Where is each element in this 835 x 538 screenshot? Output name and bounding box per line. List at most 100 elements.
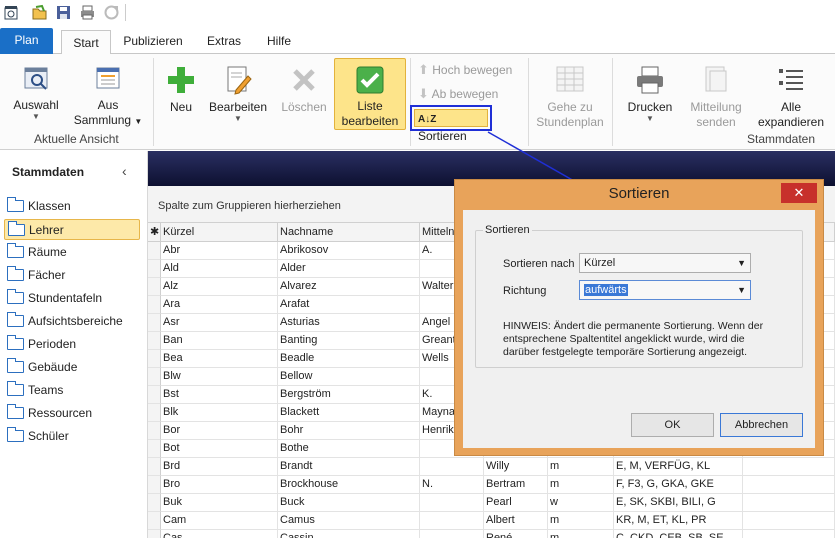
save-icon[interactable] [55, 4, 72, 21]
table-cell[interactable]: Bot [161, 440, 278, 458]
table-cell[interactable]: m [548, 458, 614, 476]
neu-button[interactable]: Neu [162, 64, 200, 115]
table-cell[interactable]: Brockhouse [278, 476, 420, 494]
table-cell[interactable]: Abrikosov [278, 242, 420, 260]
table-cell[interactable]: Asr [161, 314, 278, 332]
table-cell[interactable] [743, 512, 835, 530]
row-selector[interactable] [148, 242, 161, 260]
table-cell[interactable] [743, 494, 835, 512]
aus-sammlung-button[interactable]: Aus Sammlung ▼ [70, 64, 146, 129]
table-cell[interactable]: Buk [161, 494, 278, 512]
table-cell[interactable]: Buck [278, 494, 420, 512]
tab-hilfe[interactable]: Hilfe [256, 32, 302, 54]
table-cell[interactable] [743, 458, 835, 476]
table-cell[interactable]: Alz [161, 278, 278, 296]
table-cell[interactable]: Bst [161, 386, 278, 404]
column-header-nachname[interactable]: Nachname [278, 223, 420, 242]
table-cell[interactable]: m [548, 530, 614, 538]
table-cell[interactable]: Pearl [484, 494, 548, 512]
sidebar-item-perioden[interactable]: Perioden [4, 334, 140, 355]
bearbeiten-button[interactable]: Bearbeiten ▼ [206, 64, 270, 123]
ok-button[interactable]: OK [631, 413, 714, 437]
row-selector[interactable] [148, 278, 161, 296]
sidebar-item-ressourcen[interactable]: Ressourcen [4, 403, 140, 424]
table-cell[interactable]: F, F3, G, GKA, GKE [614, 476, 743, 494]
row-selector[interactable] [148, 494, 161, 512]
table-cell[interactable]: C, CKD, CEB, SB, SE [614, 530, 743, 538]
close-icon[interactable]: ✕ [781, 183, 817, 203]
drucken-button[interactable]: Drucken ▼ [622, 64, 678, 123]
sidebar-item-klassen[interactable]: Klassen [4, 196, 140, 217]
table-cell[interactable]: Bor [161, 422, 278, 440]
table-cell[interactable]: Albert [484, 512, 548, 530]
row-selector[interactable] [148, 512, 161, 530]
tab-publizieren[interactable]: Publizieren [118, 32, 188, 54]
sidebar-item-teams[interactable]: Teams [4, 380, 140, 401]
row-selector[interactable] [148, 530, 161, 538]
sidebar-item-aufsichtsbereiche[interactable]: Aufsichtsbereiche [4, 311, 140, 332]
table-cell[interactable]: N. [420, 476, 484, 494]
table-cell[interactable]: Alvarez [278, 278, 420, 296]
cancel-button[interactable]: Abbrechen [720, 413, 803, 437]
print-icon[interactable] [79, 4, 96, 21]
collapse-sidebar-icon[interactable]: ‹ [122, 163, 127, 179]
sortieren-button[interactable]: A↓Z Sortieren [410, 105, 492, 143]
column-header-kuerzel[interactable]: Kürzel [161, 223, 278, 242]
table-cell[interactable]: Ara [161, 296, 278, 314]
table-cell[interactable]: E, M, VERFÜG, KL [614, 458, 743, 476]
loeschen-button[interactable]: Löschen [278, 64, 330, 115]
row-selector[interactable] [148, 476, 161, 494]
table-cell[interactable]: Camus [278, 512, 420, 530]
sidebar-item-lehrer[interactable]: Lehrer [4, 219, 140, 240]
table-cell[interactable]: Blw [161, 368, 278, 386]
tab-plan[interactable]: Plan [0, 28, 53, 54]
table-cell[interactable] [420, 512, 484, 530]
hoch-bewegen-button[interactable]: ⬆ Hoch bewegen [418, 62, 522, 78]
table-cell[interactable]: Asturias [278, 314, 420, 332]
table-cell[interactable]: KR, M, ET, KL, PR [614, 512, 743, 530]
row-selector[interactable] [148, 458, 161, 476]
table-cell[interactable]: Bohr [278, 422, 420, 440]
sort-by-select[interactable]: Kürzel ▼ [579, 253, 751, 273]
table-cell[interactable]: Abr [161, 242, 278, 260]
sidebar-item-raeume[interactable]: Räume [4, 242, 140, 263]
sidebar-item-gebaeude[interactable]: Gebäude [4, 357, 140, 378]
row-selector[interactable] [148, 368, 161, 386]
sidebar-item-stundentafeln[interactable]: Stundentafeln [4, 288, 140, 309]
row-selector[interactable] [148, 332, 161, 350]
refresh-icon[interactable] [103, 4, 120, 21]
table-cell[interactable]: Brandt [278, 458, 420, 476]
table-cell[interactable]: Blk [161, 404, 278, 422]
row-selector[interactable] [148, 296, 161, 314]
table-cell[interactable]: Bea [161, 350, 278, 368]
table-cell[interactable]: m [548, 512, 614, 530]
row-selector[interactable] [148, 440, 161, 458]
row-selector-header[interactable]: ✱ [148, 223, 161, 242]
table-cell[interactable]: Willy [484, 458, 548, 476]
sidebar-item-schueler[interactable]: Schüler [4, 426, 140, 447]
ab-bewegen-button[interactable]: ⬇ Ab bewegen [418, 86, 522, 102]
row-selector[interactable] [148, 260, 161, 278]
table-cell[interactable]: Brd [161, 458, 278, 476]
table-cell[interactable]: m [548, 476, 614, 494]
row-selector[interactable] [148, 314, 161, 332]
app-icon[interactable] [3, 4, 20, 21]
table-cell[interactable]: w [548, 494, 614, 512]
table-cell[interactable]: Blackett [278, 404, 420, 422]
open-folder-icon[interactable] [31, 4, 48, 21]
row-selector[interactable] [148, 386, 161, 404]
table-cell[interactable]: Banting [278, 332, 420, 350]
auswahl-button[interactable]: Auswahl ▼ [8, 64, 64, 121]
table-cell[interactable] [420, 530, 484, 538]
direction-select[interactable]: aufwärts ▼ [579, 280, 751, 300]
row-selector[interactable] [148, 350, 161, 368]
table-cell[interactable]: Alder [278, 260, 420, 278]
tab-extras[interactable]: Extras [200, 32, 248, 54]
liste-bearbeiten-button[interactable]: Liste bearbeiten [334, 58, 406, 130]
table-cell[interactable] [743, 476, 835, 494]
table-cell[interactable]: Bro [161, 476, 278, 494]
table-cell[interactable]: Cas [161, 530, 278, 538]
row-selector[interactable] [148, 404, 161, 422]
row-selector[interactable] [148, 422, 161, 440]
table-cell[interactable]: Beadle [278, 350, 420, 368]
